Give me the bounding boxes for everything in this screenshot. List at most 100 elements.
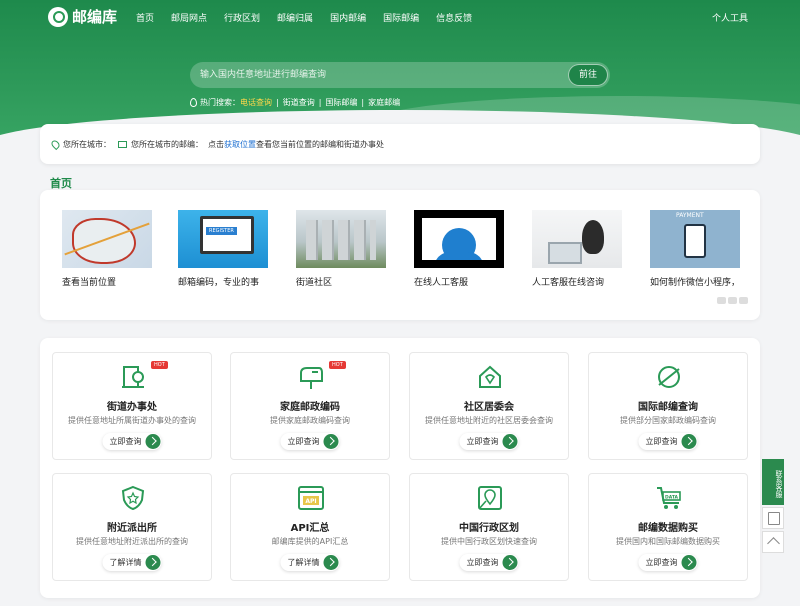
service-card[interactable]: 国际邮编查询 提供部分国家邮政编码查询 立即查询	[588, 352, 748, 460]
map-image	[62, 210, 152, 268]
back-to-top-icon[interactable]	[762, 531, 784, 553]
slide-caption: 街道社区	[296, 278, 333, 288]
customer-service-image	[414, 210, 504, 268]
arrow-right-icon	[145, 434, 161, 449]
carousel-dot[interactable]	[739, 297, 748, 304]
api-icon: API	[298, 486, 324, 510]
postcode-label: 您所在城市的邮编：	[131, 140, 203, 149]
community-icon	[479, 365, 501, 388]
details-button[interactable]: 了解详情	[102, 554, 162, 571]
nav-links: 首页 邮局网点 行政区划 邮编归属 国内邮编 国际邮编 信息反馈	[136, 11, 489, 24]
search-bar: 前往	[190, 62, 610, 88]
hot-link-family[interactable]: 家庭邮编	[368, 97, 400, 108]
nav-item-home[interactable]: 首页	[136, 11, 154, 24]
query-button[interactable]: 立即查询	[638, 554, 698, 571]
query-button[interactable]: 立即查询	[102, 433, 162, 450]
get-location-link[interactable]: 获取位置	[224, 139, 256, 150]
top-nav: 邮编库 首页 邮局网点 行政区划 邮编归属 国内邮编 国际邮编 信息反馈 个人工…	[0, 0, 800, 34]
mailbox-icon	[300, 367, 323, 389]
arrow-right-icon	[502, 555, 518, 570]
button-label: 了解详情	[287, 558, 320, 567]
service-title: 附近派出所	[107, 523, 157, 534]
carousel-slide[interactable]: 在线人工客服	[414, 210, 504, 288]
edit-icon[interactable]	[762, 507, 784, 529]
nav-item-domestic[interactable]: 国内邮编	[330, 11, 366, 24]
hot-link-international[interactable]: 国际邮编	[325, 97, 357, 108]
services-panel: HOT 街道办事处 提供任意地址所属街道办事处的查询 立即查询 HOT 家庭邮政…	[40, 338, 760, 598]
hot-badge: HOT	[151, 361, 168, 369]
slide-caption: 邮箱编码，专业的事	[178, 278, 260, 288]
arrow-right-icon	[323, 555, 339, 570]
service-card[interactable]: DATA 邮编数据购买 提供国内和国际邮编数据购买 立即查询	[588, 473, 748, 581]
section-title: 首页	[50, 177, 72, 190]
arrow-right-icon	[323, 434, 339, 449]
nav-item-international[interactable]: 国际邮编	[383, 11, 419, 24]
query-button[interactable]: 立即查询	[638, 433, 698, 450]
button-label: 了解详情	[109, 558, 142, 567]
register-image	[178, 210, 268, 268]
button-label: 立即查询	[466, 437, 499, 446]
carousel-slide[interactable]: 如何制作微信小程序，	[650, 210, 740, 288]
service-desc: 提供部分国家邮政编码查询	[620, 416, 716, 425]
service-desc: 提供任意地址附近的社区居委会查询	[425, 416, 553, 425]
nav-item-post-office[interactable]: 邮局网点	[171, 11, 207, 24]
logo-text: 邮编库	[72, 8, 118, 26]
carousel-slide[interactable]: 街道社区	[296, 210, 386, 288]
nav-item-feedback[interactable]: 信息反馈	[436, 11, 472, 24]
service-card[interactable]: HOT 家庭邮政编码 提供家庭邮政编码查询 立即查询	[230, 352, 390, 460]
query-button[interactable]: 立即查询	[459, 554, 519, 571]
personal-tools-link[interactable]: 个人工具	[712, 11, 748, 24]
carousel-slide[interactable]: 查看当前位置	[62, 210, 152, 288]
query-button[interactable]: 立即查询	[280, 433, 340, 450]
button-label: 立即查询	[109, 437, 142, 446]
hot-badge: HOT	[329, 361, 346, 369]
service-title: 家庭邮政编码	[280, 402, 340, 413]
logo[interactable]: 邮编库	[48, 6, 117, 27]
carousel-dot[interactable]	[728, 297, 737, 304]
carousel-slide[interactable]: 人工客服在线咨询	[532, 210, 622, 288]
city-label: 您所在城市：	[63, 140, 111, 149]
separator: |	[276, 98, 279, 107]
carousel-dots	[717, 297, 748, 304]
globe-icon	[658, 366, 680, 388]
search-input[interactable]	[200, 62, 540, 88]
button-label: 立即查询	[287, 437, 320, 446]
arrow-right-icon	[145, 555, 161, 570]
query-button[interactable]: 立即查询	[459, 433, 519, 450]
arrow-right-icon	[681, 434, 697, 449]
hot-link-street[interactable]: 街道查询	[283, 97, 315, 108]
service-card[interactable]: HOT 街道办事处 提供任意地址所属街道办事处的查询 立即查询	[52, 352, 212, 460]
hint-suffix: 查看您当前位置的邮编和街道办事处	[256, 140, 384, 149]
carousel-dot[interactable]	[717, 297, 726, 304]
service-desc: 提供国内和国际邮编数据购买	[616, 537, 720, 546]
nav-item-division[interactable]: 行政区划	[224, 11, 260, 24]
map-pin-icon	[478, 486, 502, 510]
search-button[interactable]: 前往	[568, 64, 608, 86]
slide-caption: 查看当前位置	[62, 278, 117, 288]
service-card[interactable]: 附近派出所 提供任意地址附近派出所的查询 了解详情	[52, 473, 212, 581]
slide-caption: 如何制作微信小程序，	[650, 278, 740, 288]
service-desc: 提供家庭邮政编码查询	[270, 416, 350, 425]
fire-icon	[190, 98, 197, 107]
carousel-slide[interactable]: 邮箱编码，专业的事	[178, 210, 268, 288]
service-desc: 提供任意地址附近派出所的查询	[76, 537, 188, 546]
location-pin-icon	[49, 138, 62, 151]
separator: |	[361, 98, 365, 107]
separator: |	[318, 98, 322, 107]
service-title: 中国行政区划	[459, 523, 519, 534]
nav-item-postcode-owner[interactable]: 邮编归属	[277, 11, 313, 24]
service-title: 国际邮编查询	[638, 402, 698, 413]
postcode-info: 您所在城市的邮编：	[118, 139, 203, 150]
service-title: API汇总	[290, 523, 330, 534]
contact-service-button[interactable]: 联系客服	[762, 459, 784, 505]
svg-text:DATA: DATA	[665, 495, 679, 501]
slide-caption: 人工客服在线咨询	[532, 278, 605, 288]
service-card[interactable]: 中国行政区划 提供中国行政区划快速查询 立即查询	[409, 473, 569, 581]
service-card[interactable]: API API汇总 邮编库提供的API汇总 了解详情	[230, 473, 390, 581]
service-desc: 提供中国行政区划快速查询	[441, 537, 537, 546]
location-hint: 点击 获取位置 查看您当前位置的邮编和街道办事处	[208, 139, 384, 150]
button-label: 立即查询	[466, 558, 499, 567]
details-button[interactable]: 了解详情	[280, 554, 340, 571]
service-card[interactable]: 社区居委会 提供任意地址附近的社区居委会查询 立即查询	[409, 352, 569, 460]
hot-link-phone[interactable]: 电话查询	[240, 97, 272, 108]
